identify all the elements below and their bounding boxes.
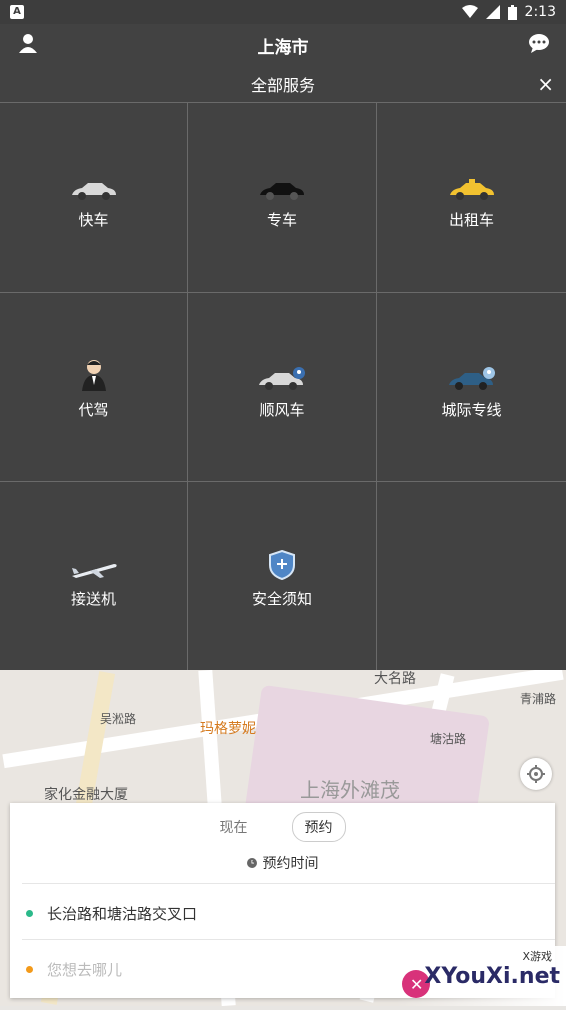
service-airport[interactable]: 接送机 xyxy=(0,482,188,671)
user-icon[interactable] xyxy=(18,33,38,57)
chauffeur-icon xyxy=(80,355,108,391)
taxi-icon xyxy=(448,165,496,201)
panel-title: 全部服务 xyxy=(250,76,315,95)
status-bar: A 2:13 xyxy=(0,0,566,24)
map-label: 吴淞路 xyxy=(100,712,137,726)
panel-header: 全部服务 × xyxy=(0,66,566,102)
clock-time: 2:13 xyxy=(524,4,556,20)
destination-dot xyxy=(26,965,33,973)
service-driver[interactable]: 代驾 xyxy=(0,293,188,482)
svg-text:✕: ✕ xyxy=(410,977,423,994)
message-icon[interactable] xyxy=(528,33,550,57)
divider xyxy=(22,883,555,884)
service-safety[interactable]: 安全须知 xyxy=(188,482,377,671)
carpool-icon xyxy=(257,355,307,391)
signal-icon xyxy=(485,5,500,19)
service-label: 安全须知 xyxy=(251,589,312,608)
app-header: 上海市 xyxy=(0,24,566,66)
tab-now[interactable]: 现在 xyxy=(220,817,248,837)
service-label: 出租车 xyxy=(448,211,494,229)
close-icon[interactable]: × xyxy=(537,72,554,96)
time-tabs: 现在 预约 xyxy=(10,812,555,842)
service-label: 代驾 xyxy=(78,400,109,419)
pickup-row[interactable]: 长治路和塘沽路交叉口 xyxy=(26,893,543,933)
service-taxi[interactable]: 出租车 xyxy=(377,103,566,293)
map-label: 家化金融大厦 xyxy=(44,787,128,803)
service-express[interactable]: 快车 xyxy=(0,103,188,293)
service-intercity[interactable]: 城际专线 xyxy=(377,293,566,482)
service-carpool[interactable]: 顺风车 xyxy=(188,293,377,482)
pickup-address: 长治路和塘沽路交叉口 xyxy=(47,904,198,923)
map-label: 塘沽路 xyxy=(430,732,467,746)
reserve-time-selector[interactable]: 预约时间 xyxy=(10,853,555,873)
watermark: ✕ X游戏 XYouXi.net xyxy=(396,946,566,1006)
car-black-icon xyxy=(258,165,306,201)
car-silver-icon xyxy=(70,165,118,201)
service-label: 城际专线 xyxy=(441,400,502,419)
service-label: 顺风车 xyxy=(259,400,305,419)
pickup-dot xyxy=(26,909,33,917)
all-services-panel: 全部服务 × 快车 专车 出租车 代驾 顺风车 城际专线 接送机 安全须知 xyxy=(0,66,566,671)
service-label: 接送机 xyxy=(70,589,116,608)
destination-input[interactable]: 您想去哪儿 xyxy=(47,959,122,980)
tab-reserve[interactable]: 预约 xyxy=(291,812,346,842)
shield-icon xyxy=(269,544,295,580)
city-title[interactable]: 上海市 xyxy=(258,33,309,58)
reserve-time-label: 预约时间 xyxy=(262,856,319,872)
empty-cell xyxy=(377,482,566,671)
map-label: 大名路 xyxy=(374,671,416,687)
battery-icon xyxy=(507,4,517,20)
map-label: 玛格萝妮 xyxy=(200,721,256,737)
divider xyxy=(22,939,555,940)
service-label: 专车 xyxy=(266,211,297,229)
airplane-icon xyxy=(70,544,118,580)
locate-icon[interactable] xyxy=(520,758,552,790)
map-label: 上海外滩茂 xyxy=(300,778,400,802)
intercity-car-icon xyxy=(447,355,497,391)
notification-icon: A xyxy=(10,5,24,19)
watermark-tag: X游戏 xyxy=(522,950,552,963)
clock-icon xyxy=(246,858,257,868)
wifi-icon xyxy=(461,5,478,18)
map-label: 青浦路 xyxy=(520,692,557,706)
service-premier[interactable]: 专车 xyxy=(188,103,377,293)
watermark-brand: XYouXi.net xyxy=(424,964,560,989)
services-grid: 快车 专车 出租车 代驾 顺风车 城际专线 接送机 安全须知 xyxy=(0,102,566,671)
service-label: 快车 xyxy=(78,211,109,229)
